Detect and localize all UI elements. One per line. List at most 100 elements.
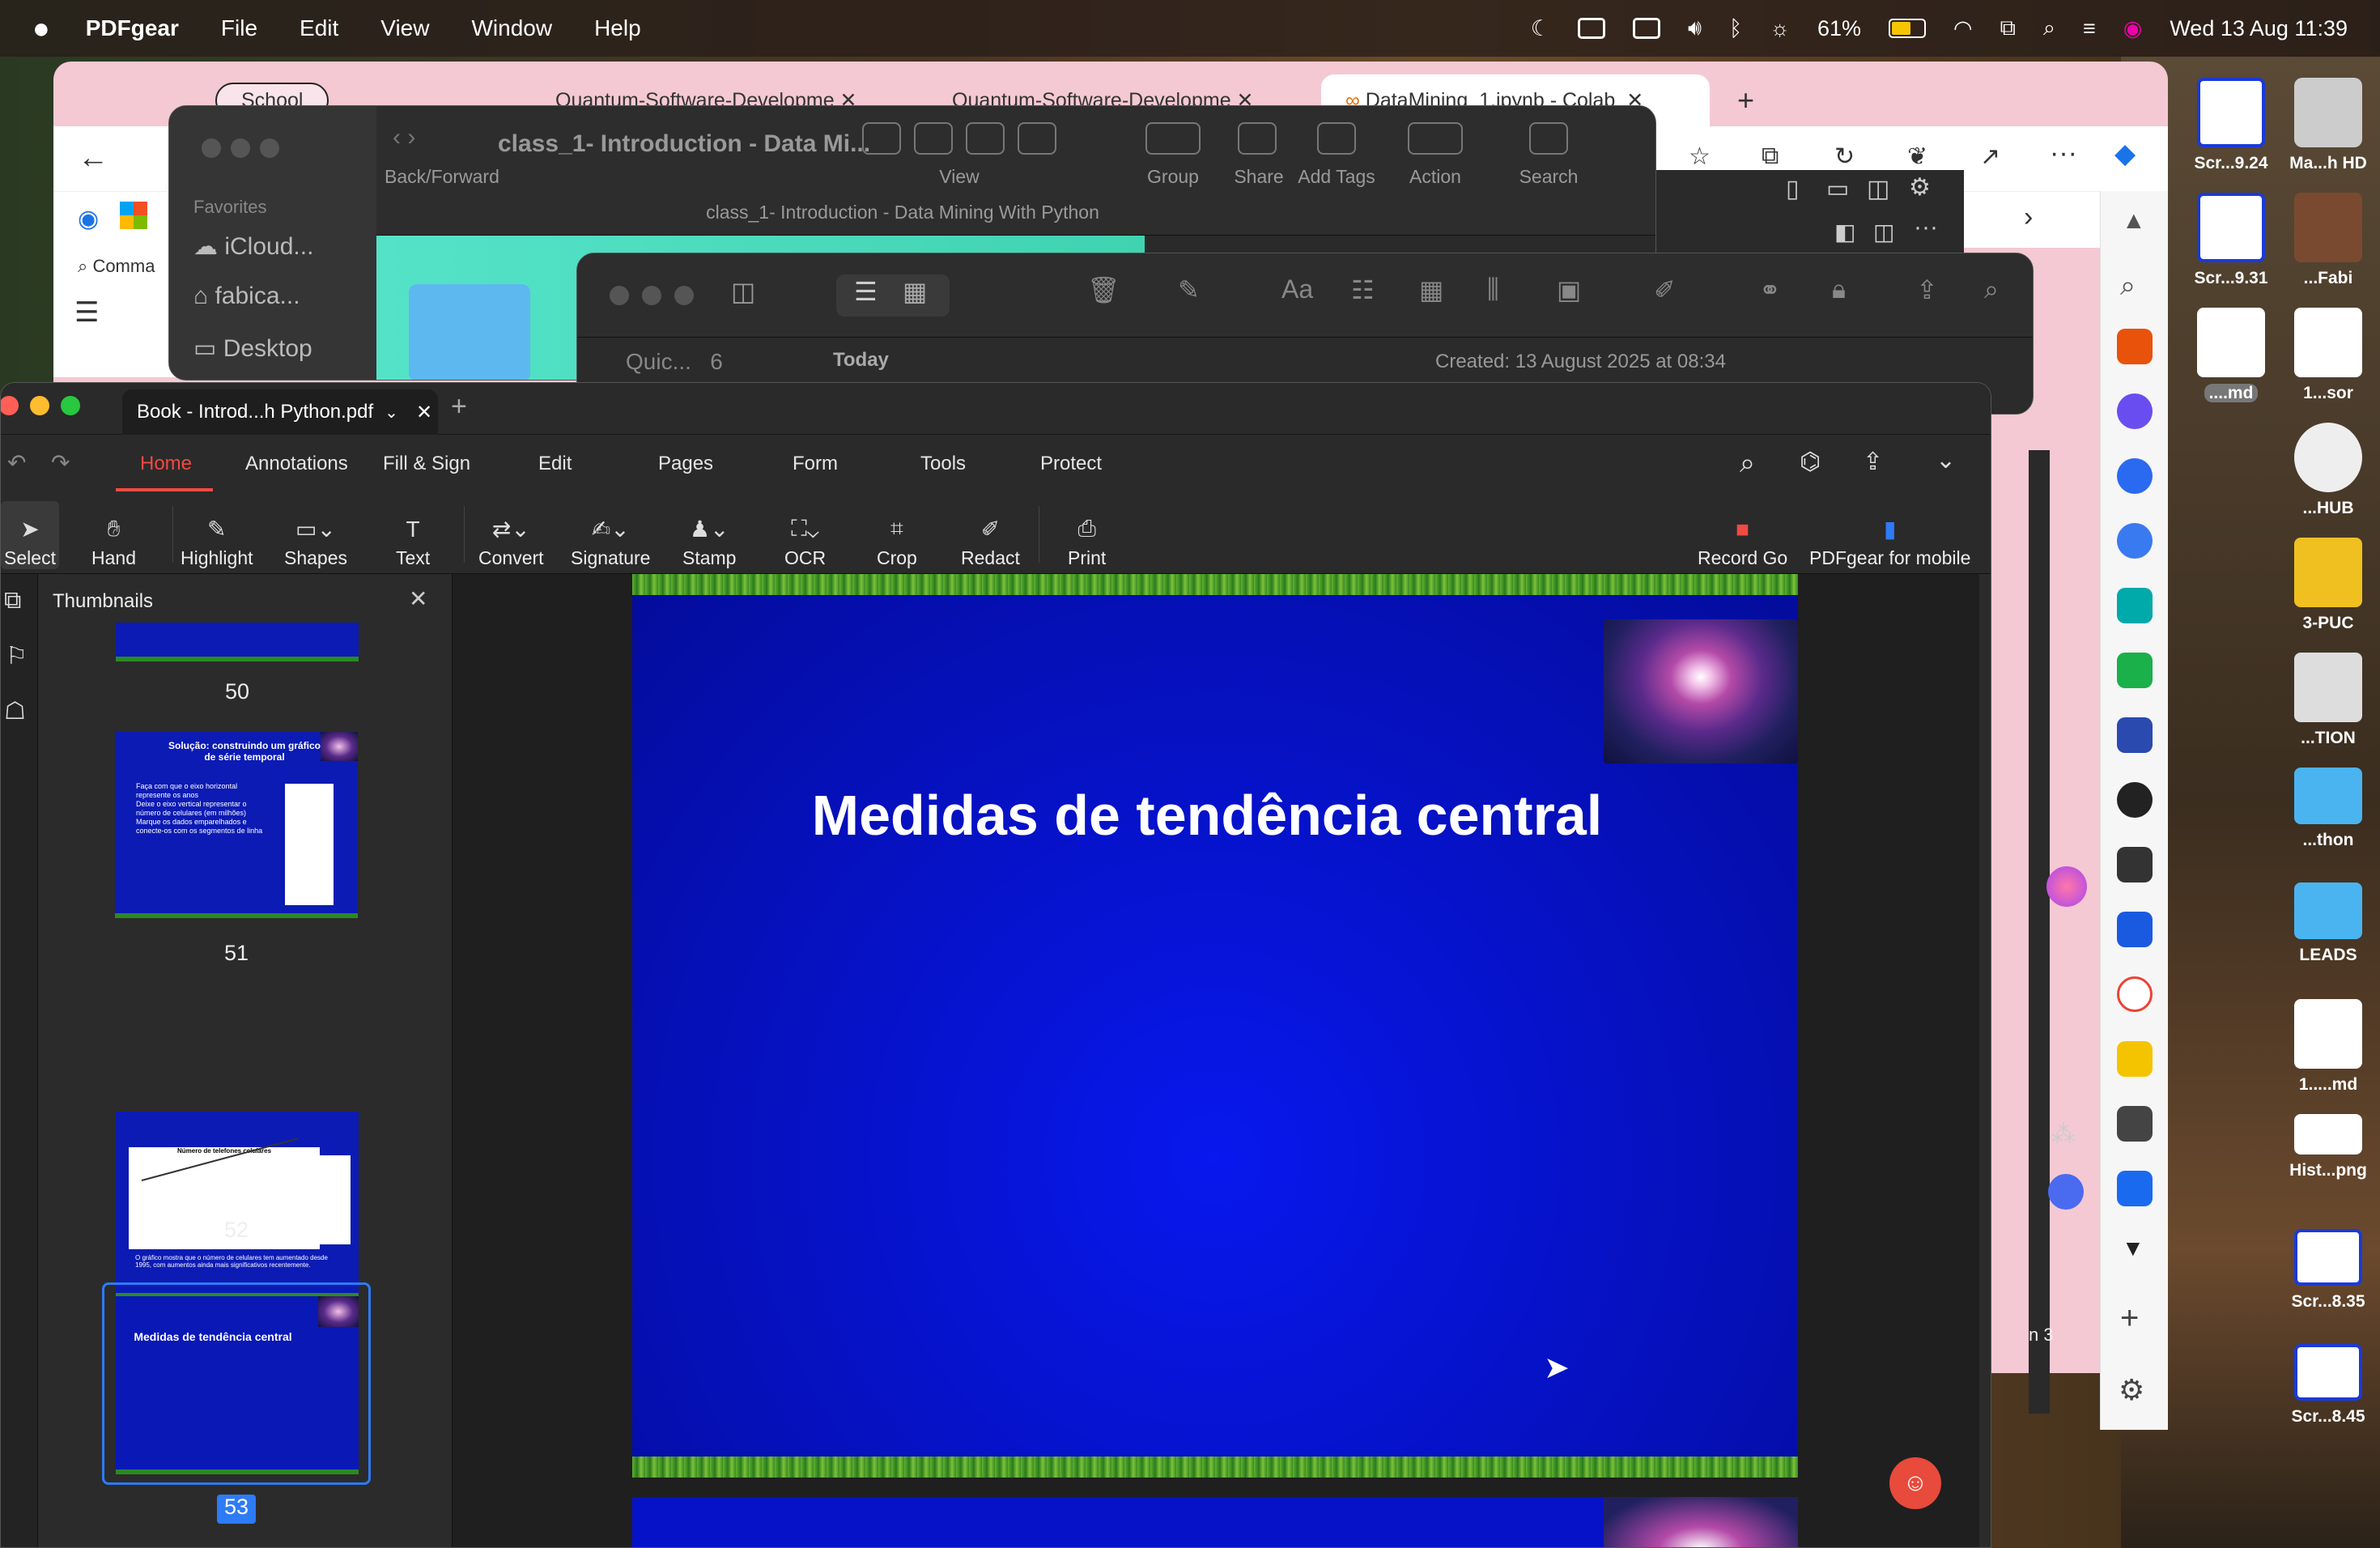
- table-icon[interactable]: ▦: [1419, 274, 1443, 305]
- convert-tool[interactable]: ⇄⌄ Convert: [478, 501, 544, 569]
- ai-icon[interactable]: ⌬: [1800, 448, 1821, 476]
- thumbnail-page-50[interactable]: [116, 623, 359, 661]
- copilot-side-icon[interactable]: [2117, 393, 2153, 429]
- thumbnail-page-53[interactable]: Medidas de tendência central: [116, 1296, 359, 1474]
- share-icon[interactable]: ⇪: [1916, 274, 1938, 305]
- minimize-button[interactable]: [231, 138, 250, 158]
- new-tab-icon[interactable]: +: [1713, 74, 1779, 126]
- app-icon[interactable]: [2117, 458, 2153, 494]
- share-icon[interactable]: ↗: [1980, 142, 2000, 171]
- zoom-button[interactable]: [674, 286, 694, 305]
- app-icon[interactable]: [2117, 1171, 2153, 1206]
- desktop-file[interactable]: Hist...png: [2272, 1114, 2380, 1180]
- desktop-file[interactable]: ....md: [2174, 308, 2288, 403]
- document-tab[interactable]: Book - Introd...h Python.pdf ⌄ ✕: [122, 389, 438, 435]
- collections-icon[interactable]: ⧉: [1762, 142, 1779, 170]
- desktop-file[interactable]: ...HUB: [2272, 423, 2380, 518]
- folder-quick-notes[interactable]: Quic... 6: [626, 349, 723, 375]
- spotlight-search-icon[interactable]: ⌕: [2043, 15, 2055, 41]
- layout-icon[interactable]: ◫: [1867, 175, 1889, 203]
- layout-icon[interactable]: ▭: [1826, 175, 1849, 203]
- folder-icon[interactable]: [409, 284, 530, 380]
- floating-app-icon[interactable]: [2046, 866, 2087, 907]
- sidebar-toggle-icon[interactable]: ◫: [731, 276, 755, 307]
- siri-icon[interactable]: ◉: [2123, 16, 2143, 41]
- desktop-folder[interactable]: LEADS: [2272, 882, 2380, 965]
- layout-icon[interactable]: ▯: [1786, 175, 1800, 203]
- clock[interactable]: Wed 13 Aug 11:39: [2170, 16, 2348, 41]
- back-button[interactable]: ‹ ›: [393, 124, 415, 151]
- zoom-button[interactable]: [260, 138, 279, 158]
- sketch-icon[interactable]: ✐: [1654, 274, 1676, 305]
- desktop-file[interactable]: ...TION: [2272, 653, 2380, 748]
- media-icon[interactable]: ▣: [1557, 274, 1581, 305]
- copilot-icon[interactable]: ◆: [2114, 138, 2136, 170]
- close-button[interactable]: [202, 138, 221, 158]
- desktop-file[interactable]: 3-PUC: [2272, 538, 2380, 633]
- chevron-down-icon[interactable]: ▼: [2122, 1235, 2144, 1261]
- tab-protect[interactable]: Protect: [1032, 446, 1110, 482]
- sidebar-item-home[interactable]: ⌂ fabica...: [193, 283, 300, 310]
- columns-icon[interactable]: ◫: [1873, 219, 1894, 245]
- print-tool[interactable]: ⎙ Print: [1068, 501, 1106, 569]
- shapes-tool[interactable]: ▭⌄ Shapes: [284, 501, 347, 569]
- text-tool[interactable]: T Text: [396, 501, 430, 569]
- volume-icon[interactable]: 🔊︎: [1688, 15, 1702, 41]
- google-icon[interactable]: [2117, 976, 2153, 1012]
- tab-pages[interactable]: Pages: [650, 446, 721, 482]
- hand-tool[interactable]: ✋︎ Hand: [91, 501, 136, 569]
- split-icon[interactable]: ◧: [1834, 219, 1855, 245]
- thumbnail-page-52[interactable]: Número de telefones celulares O gráfico …: [116, 1112, 359, 1298]
- history-icon[interactable]: ↻: [1834, 142, 1855, 171]
- battery-icon[interactable]: [1889, 19, 1927, 38]
- edge-icon[interactable]: ◉: [78, 205, 99, 233]
- minimize-button[interactable]: [30, 396, 49, 415]
- tag-icon[interactable]: [1317, 122, 1356, 155]
- close-button[interactable]: [610, 286, 629, 305]
- search-icon[interactable]: ⌕: [1984, 274, 1999, 305]
- close-tab-icon[interactable]: ✕: [416, 401, 432, 424]
- back-icon[interactable]: ←: [78, 141, 108, 176]
- azure-icon[interactable]: [2117, 912, 2153, 947]
- desktop-file[interactable]: Scr...8.45: [2272, 1344, 2380, 1427]
- tab-form[interactable]: Form: [784, 446, 846, 482]
- vertical-scrollbar[interactable]: [1979, 574, 1991, 1547]
- stamp-tool[interactable]: ♟⌄ Stamp: [682, 501, 736, 569]
- lock-icon[interactable]: 🔒︎: [1832, 274, 1846, 305]
- ai-assistant-button[interactable]: ☺: [1889, 1457, 1941, 1509]
- checklist-icon[interactable]: ☷: [1351, 274, 1375, 305]
- thumbnail-page-51[interactable]: Solução: construindo um gráfico de série…: [115, 732, 358, 918]
- highlight-tool[interactable]: ✎ Highlight: [181, 501, 253, 569]
- canva-icon[interactable]: [2117, 588, 2153, 623]
- chevron-right-icon[interactable]: ›: [2024, 202, 2033, 233]
- share-icon[interactable]: ⇪: [1863, 448, 1883, 476]
- share-button[interactable]: [1238, 122, 1277, 155]
- moon-icon[interactable]: ☾: [1531, 16, 1550, 41]
- redact-tool[interactable]: ✐ Redact: [961, 501, 1020, 569]
- signature-tool[interactable]: ✍︎⌄ Signature: [571, 501, 650, 569]
- record-go-button[interactable]: ■ Record Go: [1698, 501, 1787, 569]
- app-icon[interactable]: [2117, 523, 2153, 559]
- search-button[interactable]: [1529, 122, 1568, 155]
- more-icon[interactable]: ···: [1914, 214, 1938, 241]
- control-center-icon[interactable]: ≡: [2083, 16, 2096, 41]
- app-icon[interactable]: [2117, 847, 2153, 882]
- keyboard-icon[interactable]: [1633, 18, 1660, 39]
- brightness-icon[interactable]: ☼: [1770, 16, 1790, 41]
- chevron-down-icon[interactable]: ⌄: [385, 402, 398, 423]
- undo-icon[interactable]: ↶: [7, 449, 26, 476]
- desktop-file[interactable]: Scr...9.31: [2174, 193, 2288, 288]
- menu-window[interactable]: Window: [471, 15, 552, 41]
- desktop-file[interactable]: 1.....md: [2272, 999, 2380, 1095]
- chevron-down-icon[interactable]: ⌄: [1936, 446, 1956, 474]
- screen-share-icon[interactable]: ⧉: [2000, 15, 2016, 41]
- tab-home[interactable]: Home: [132, 446, 200, 482]
- compose-icon[interactable]: ✎: [1178, 274, 1200, 305]
- redo-icon[interactable]: ↷: [51, 449, 70, 476]
- app-icon[interactable]: [2117, 1041, 2153, 1077]
- crop-tool[interactable]: ⌗ Crop: [877, 501, 917, 569]
- tab-fill-sign[interactable]: Fill & Sign: [375, 446, 478, 482]
- app-icon[interactable]: [2117, 717, 2153, 753]
- grid-icon[interactable]: ▦: [903, 276, 927, 307]
- search-icon[interactable]: ⌕: [1740, 448, 1755, 479]
